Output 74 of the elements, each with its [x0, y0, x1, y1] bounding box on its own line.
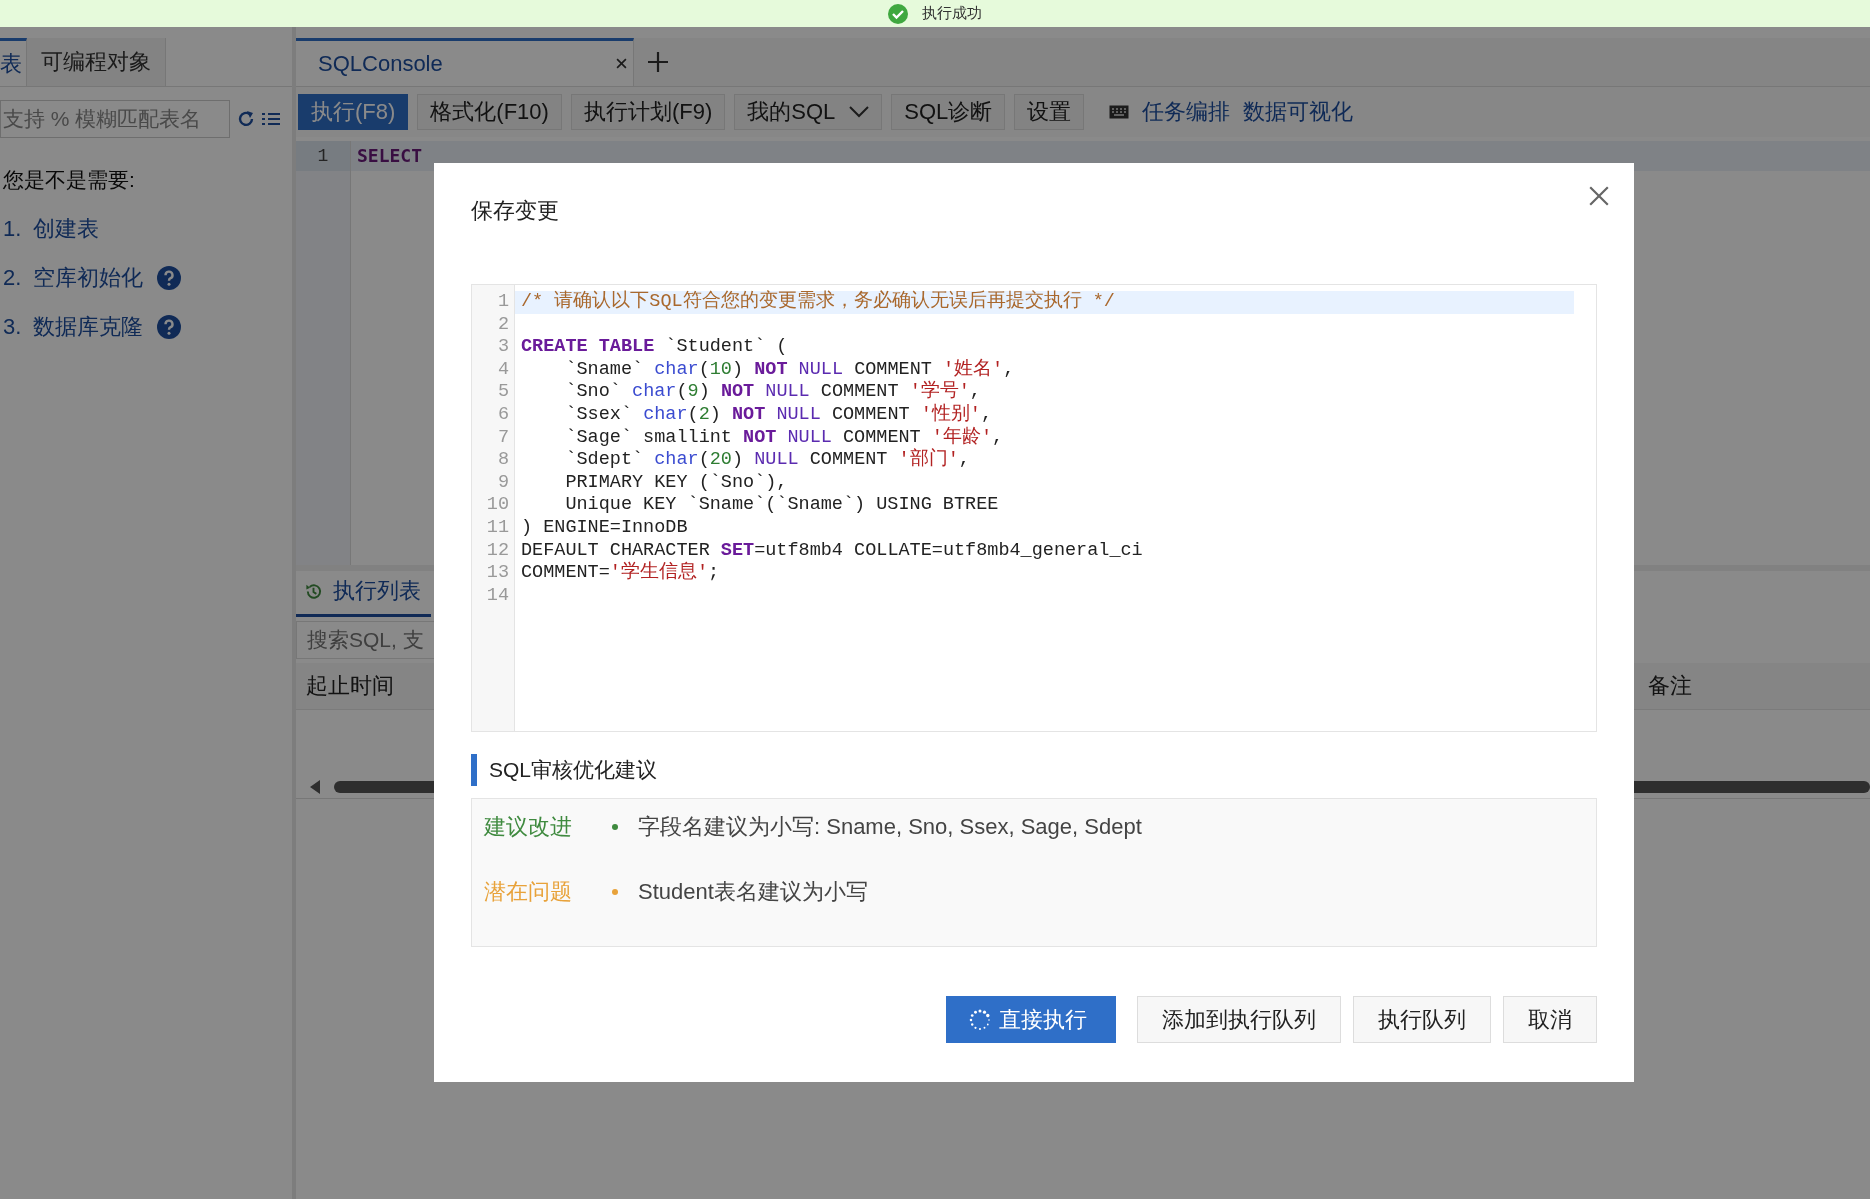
- code-line: COMMENT='学生信息';: [521, 562, 720, 584]
- refresh-icon[interactable]: [236, 109, 256, 129]
- column-header: 起止时间: [305, 672, 395, 700]
- dialog-button[interactable]: 添加到执行队列: [1137, 996, 1341, 1043]
- hint-title: 您是不是需要:: [3, 167, 136, 193]
- suggestion-text: Student表名建议为小写: [638, 878, 868, 906]
- line-number: 13: [485, 562, 510, 585]
- toolbar-button[interactable]: SQL诊断: [891, 94, 1006, 130]
- history-icon: [304, 581, 323, 601]
- panel-tab[interactable]: 可编程对象: [27, 38, 166, 86]
- table-search-field[interactable]: 支持 % 模糊匹配表名: [0, 100, 230, 138]
- dialog-button[interactable]: 执行队列: [1353, 996, 1491, 1043]
- run-button[interactable]: 执行(F8): [298, 94, 409, 130]
- code-line: `Sage` smallint NOT NULL COMMENT '年龄',: [564, 426, 1004, 448]
- code-line: `Sname` char(10) NOT NULL COMMENT '姓名',: [564, 358, 1015, 380]
- code-line: /* 请确认以下SQL符合您的变更需求，务必确认无误后再提交执行 */: [521, 291, 1115, 312]
- line-number: 1: [496, 291, 510, 314]
- dialog-button[interactable]: 取消: [1503, 996, 1597, 1043]
- help-icon[interactable]: [157, 265, 181, 290]
- code-line: PRIMARY KEY (`Sno`),: [564, 471, 788, 493]
- list-number: 1.: [3, 215, 23, 242]
- close-icon[interactable]: [616, 58, 627, 69]
- toolbar-button[interactable]: 执行计划(F9): [570, 94, 726, 130]
- console-tab[interactable]: SQLConsole: [296, 38, 634, 86]
- code-line: `Ssex` char(2) NOT NULL COMMENT '性别',: [564, 403, 993, 425]
- dialog-title: 保存变更: [471, 197, 559, 225]
- line-number: 3: [496, 336, 510, 359]
- line-number: 12: [485, 539, 510, 563]
- suggestion-link[interactable]: 数据库克隆: [33, 311, 143, 342]
- code-line: `Sno` char(9) NOT NULL COMMENT '学号',: [564, 381, 981, 403]
- toolbar-link[interactable]: 数据可视化: [1243, 97, 1354, 127]
- column-header: 备注: [1648, 672, 1692, 700]
- exec-list-tab[interactable]: 执行列表: [296, 576, 431, 617]
- dropdown-button[interactable]: 我的SQL: [734, 94, 883, 130]
- panel-tab[interactable]: 表: [0, 38, 27, 86]
- line-number: 5: [496, 381, 510, 404]
- code-line: SELECT: [357, 145, 423, 166]
- line-number: 7: [496, 426, 510, 450]
- line-number: 6: [496, 403, 510, 427]
- suggestion-text: 字段名建议为小写: Sname, Sno, Ssex, Sage, Sdept: [638, 813, 1142, 841]
- line-number: 11: [485, 516, 510, 540]
- toolbar-button[interactable]: 设置: [1014, 94, 1085, 130]
- list-number: 2.: [3, 264, 23, 291]
- list-icon[interactable]: [262, 111, 280, 127]
- execute-button[interactable]: 直接执行: [946, 996, 1116, 1043]
- code-line: ) ENGINE=InnoDB: [521, 516, 688, 538]
- keyboard-icon[interactable]: [1109, 105, 1130, 119]
- line-number: 9: [496, 471, 510, 495]
- add-tab-icon[interactable]: [648, 52, 668, 72]
- suggestion-category: 建议改进: [484, 813, 573, 841]
- tab-label: 执行列表: [333, 577, 421, 605]
- code-line: CREATE TABLE `Student` (: [521, 336, 788, 358]
- caret-icon: [849, 106, 870, 118]
- suggestion-category: 潜在问题: [484, 878, 573, 906]
- suggestion-link[interactable]: 创建表: [33, 213, 99, 244]
- scroll-left-icon[interactable]: [310, 780, 320, 794]
- toast-message: 执行成功: [922, 4, 982, 23]
- line-number: 2: [496, 313, 510, 337]
- line-number: 14: [485, 584, 510, 608]
- line-number: 10: [485, 494, 510, 517]
- line-number: 1: [296, 141, 350, 171]
- list-number: 3.: [3, 313, 23, 340]
- close-icon[interactable]: [1588, 185, 1610, 207]
- toolbar-button[interactable]: 格式化(F10): [417, 94, 562, 130]
- section-title: SQL审核优化建议: [471, 754, 1597, 786]
- code-line: DEFAULT CHARACTER SET=utf8mb4 COLLATE=utf8mb4_general_ci: [521, 539, 1143, 561]
- suggestion-link[interactable]: 空库初始化: [33, 262, 143, 293]
- code-line: `Sdept` char(20) NULL COMMENT '部门',: [564, 449, 970, 471]
- line-number: 4: [496, 358, 510, 382]
- success-icon: [888, 3, 908, 24]
- toolbar-link[interactable]: 任务编排: [1142, 97, 1231, 127]
- help-icon[interactable]: [157, 314, 181, 339]
- line-number: 8: [496, 449, 510, 472]
- code-line: Unique KEY `Sname`(`Sname`) USING BTREE: [564, 494, 999, 516]
